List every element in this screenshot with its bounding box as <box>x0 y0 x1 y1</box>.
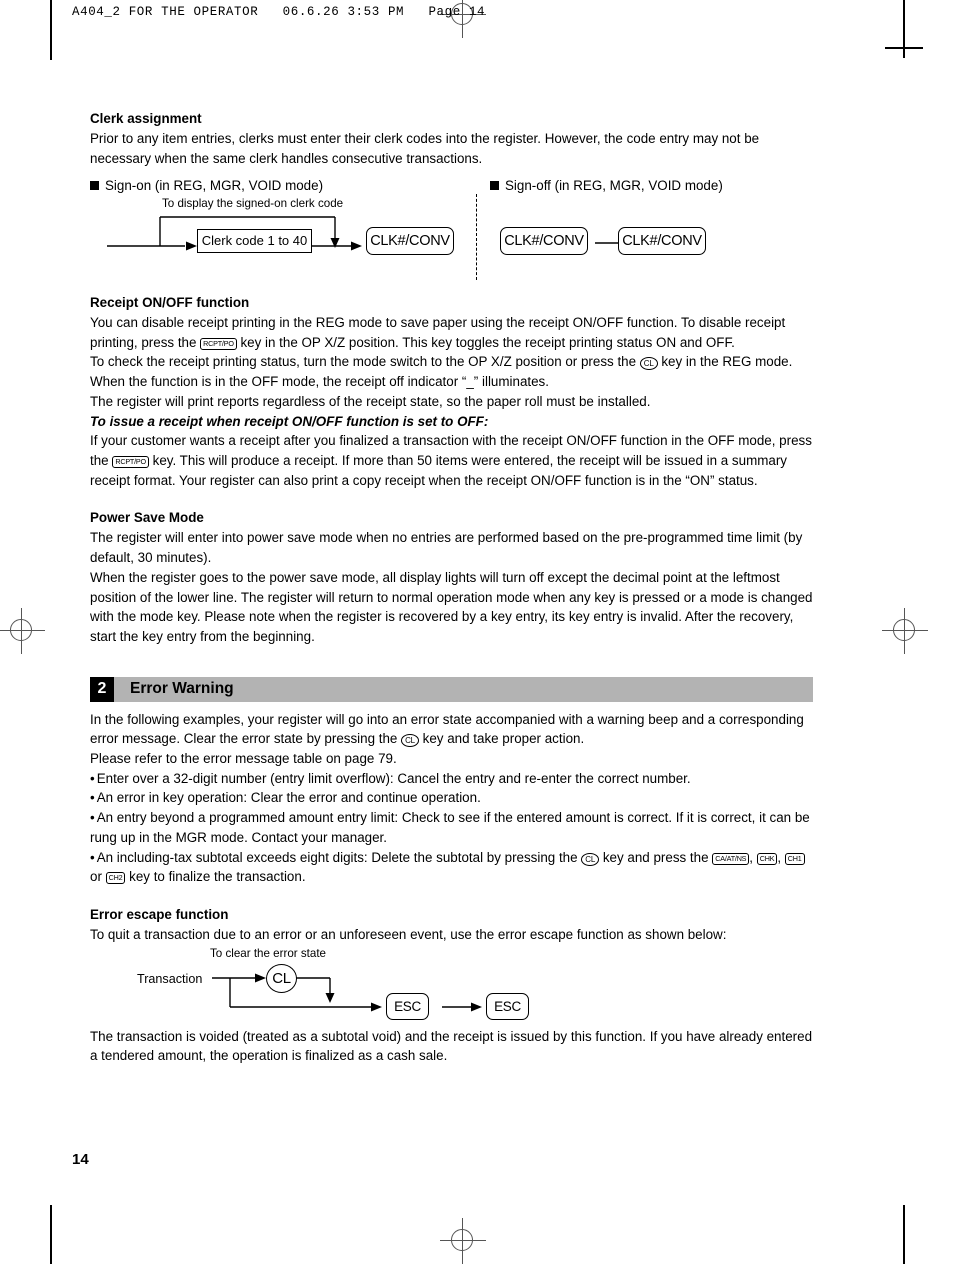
registration-mark-right <box>882 608 928 654</box>
eb4-text-b: key and press the <box>599 849 713 865</box>
signoff-header: Sign-off (in REG, MGR, VOID mode) <box>490 177 813 194</box>
power-save-heading: Power Save Mode <box>90 510 204 526</box>
error-bullet-item: • An error in key operation: Clear the er… <box>90 788 813 808</box>
clerk-signon-signoff-diagram: To display the signed-on clerk code Cler… <box>90 193 813 286</box>
page-number: 14 <box>72 1151 89 1168</box>
crop-mark-top-right <box>903 0 905 58</box>
error-warning-paragraph-1: In the following examples, your register… <box>90 710 813 749</box>
page-content: Clerk assignment Prior to any item entri… <box>90 110 813 1066</box>
section-title: Error Warning <box>114 676 813 702</box>
crop-mark-top-right-horizontal <box>885 47 923 49</box>
error-escape-intro: To quit a transaction due to an error or… <box>90 927 727 943</box>
eb4-text-c: , <box>749 849 757 865</box>
clk-conv-key-signoff-1: CLK#/CONV <box>500 226 588 255</box>
power-save-paragraph-2: When the register goes to the power save… <box>90 569 813 644</box>
error-bullet-item: • Enter over a 32-digit number (entry lim… <box>90 769 813 789</box>
receipt-p5-text-b: key. This will produce a receipt. If mor… <box>90 452 787 488</box>
error-warning-paragraph-2: Please refer to the error message table … <box>90 751 397 767</box>
clk-conv-key-signoff-2: CLK#/CONV <box>618 226 706 255</box>
signon-header: Sign-on (in REG, MGR, VOID mode) <box>90 177 490 194</box>
bullet-dot-icon: • <box>90 849 95 865</box>
ch2-key-icon: CH2 <box>105 872 126 885</box>
signon-signoff-headers: Sign-on (in REG, MGR, VOID mode) Sign-of… <box>90 177 813 194</box>
error-bullet-item-keys: • An including-tax subtotal exceeds eight… <box>90 848 813 887</box>
bullet-dot-icon: • <box>90 810 95 826</box>
receipt-paragraph-5: If your customer wants a receipt after y… <box>90 431 813 490</box>
error-escape-closing: The transaction is voided (treated as a … <box>90 1028 813 1064</box>
error-escape-flow-lines <box>212 973 482 1012</box>
error-escape-heading: Error escape function <box>90 906 229 922</box>
cl-key-diagram: CL <box>266 963 297 993</box>
esc-key-2: ESC <box>486 992 529 1020</box>
crop-mark-bottom-left <box>50 1205 52 1264</box>
cl-key-icon: CL <box>581 852 600 866</box>
eb4-text-d: , <box>777 849 785 865</box>
error-warning-banner: 2 Error Warning <box>90 676 813 702</box>
clk-conv-key-signon: CLK#/CONV <box>366 226 454 255</box>
receipt-p2-text-a: To check the receipt printing status, tu… <box>90 354 640 370</box>
bullet-dot-icon: • <box>90 790 95 806</box>
ch1-key-icon: CH1 <box>784 852 805 865</box>
registration-mark-left <box>0 608 45 654</box>
error-bullet-text: An error in key operation: Clear the err… <box>96 790 481 806</box>
error-escape-diagram: To clear the error state Transaction CL … <box>90 945 813 1027</box>
error-bullet-text: Enter over a 32-digit number (entry limi… <box>96 770 691 786</box>
chk-key-icon: CHK <box>756 852 778 865</box>
signon-header-label: Sign-on (in REG, MGR, VOID mode) <box>105 177 324 193</box>
receipt-paragraph-4-bold: To issue a receipt when receipt ON/OFF f… <box>90 413 489 429</box>
receipt-onoff-heading: Receipt ON/OFF function <box>90 294 250 310</box>
cl-key-icon: CL <box>401 734 419 748</box>
power-save-paragraph-1: The register will enter into power save … <box>90 530 803 566</box>
eb4-text-e: or <box>90 869 106 885</box>
running-head: A404_2 FOR THE OPERATOR 06.6.26 3:53 PM … <box>72 5 486 19</box>
rcpt-po-key-icon: RCPT/PO <box>112 455 149 468</box>
clerk-assignment-paragraph: Prior to any item entries, clerks must e… <box>90 131 760 166</box>
eb4-text-f: key to finalize the transaction. <box>125 869 306 885</box>
signoff-header-label: Sign-off (in REG, MGR, VOID mode) <box>505 177 723 193</box>
diagram-separator <box>476 193 477 280</box>
receipt-paragraph-3: The register will print reports regardle… <box>90 393 651 409</box>
error-bullet-text: An entry beyond a programmed amount entr… <box>90 810 810 845</box>
receipt-paragraph-1: You can disable receipt printing in the … <box>90 313 813 352</box>
ca-at-ns-key-icon: CA/AT/NS <box>712 852 750 865</box>
clerk-code-box: Clerk code 1 to 40 <box>197 228 312 253</box>
registration-mark-bottom <box>440 1218 486 1264</box>
esc-key-1: ESC <box>386 992 429 1020</box>
receipt-paragraph-2: To check the receipt printing status, tu… <box>90 352 813 391</box>
clerk-assignment-heading: Clerk assignment <box>90 111 202 126</box>
crop-mark-bottom-right <box>903 1205 905 1264</box>
crop-mark-top-left <box>50 0 52 60</box>
ew-p1-text-b: key and take proper action. <box>418 731 585 747</box>
rcpt-po-key-icon: RCPT/PO <box>200 337 237 350</box>
eb4-text-a: An including-tax subtotal exceeds eight … <box>96 849 582 865</box>
section-number-badge: 2 <box>90 676 114 702</box>
cl-key-icon: CL <box>639 357 658 371</box>
bullet-dot-icon: • <box>90 770 95 786</box>
bullet-square-icon <box>90 180 99 190</box>
receipt-p1-text-b: key in the OP X/Z position. This key tog… <box>236 334 735 350</box>
bullet-square-icon <box>490 180 499 190</box>
error-bullet-item: • An entry beyond a programmed amount ent… <box>90 808 813 847</box>
